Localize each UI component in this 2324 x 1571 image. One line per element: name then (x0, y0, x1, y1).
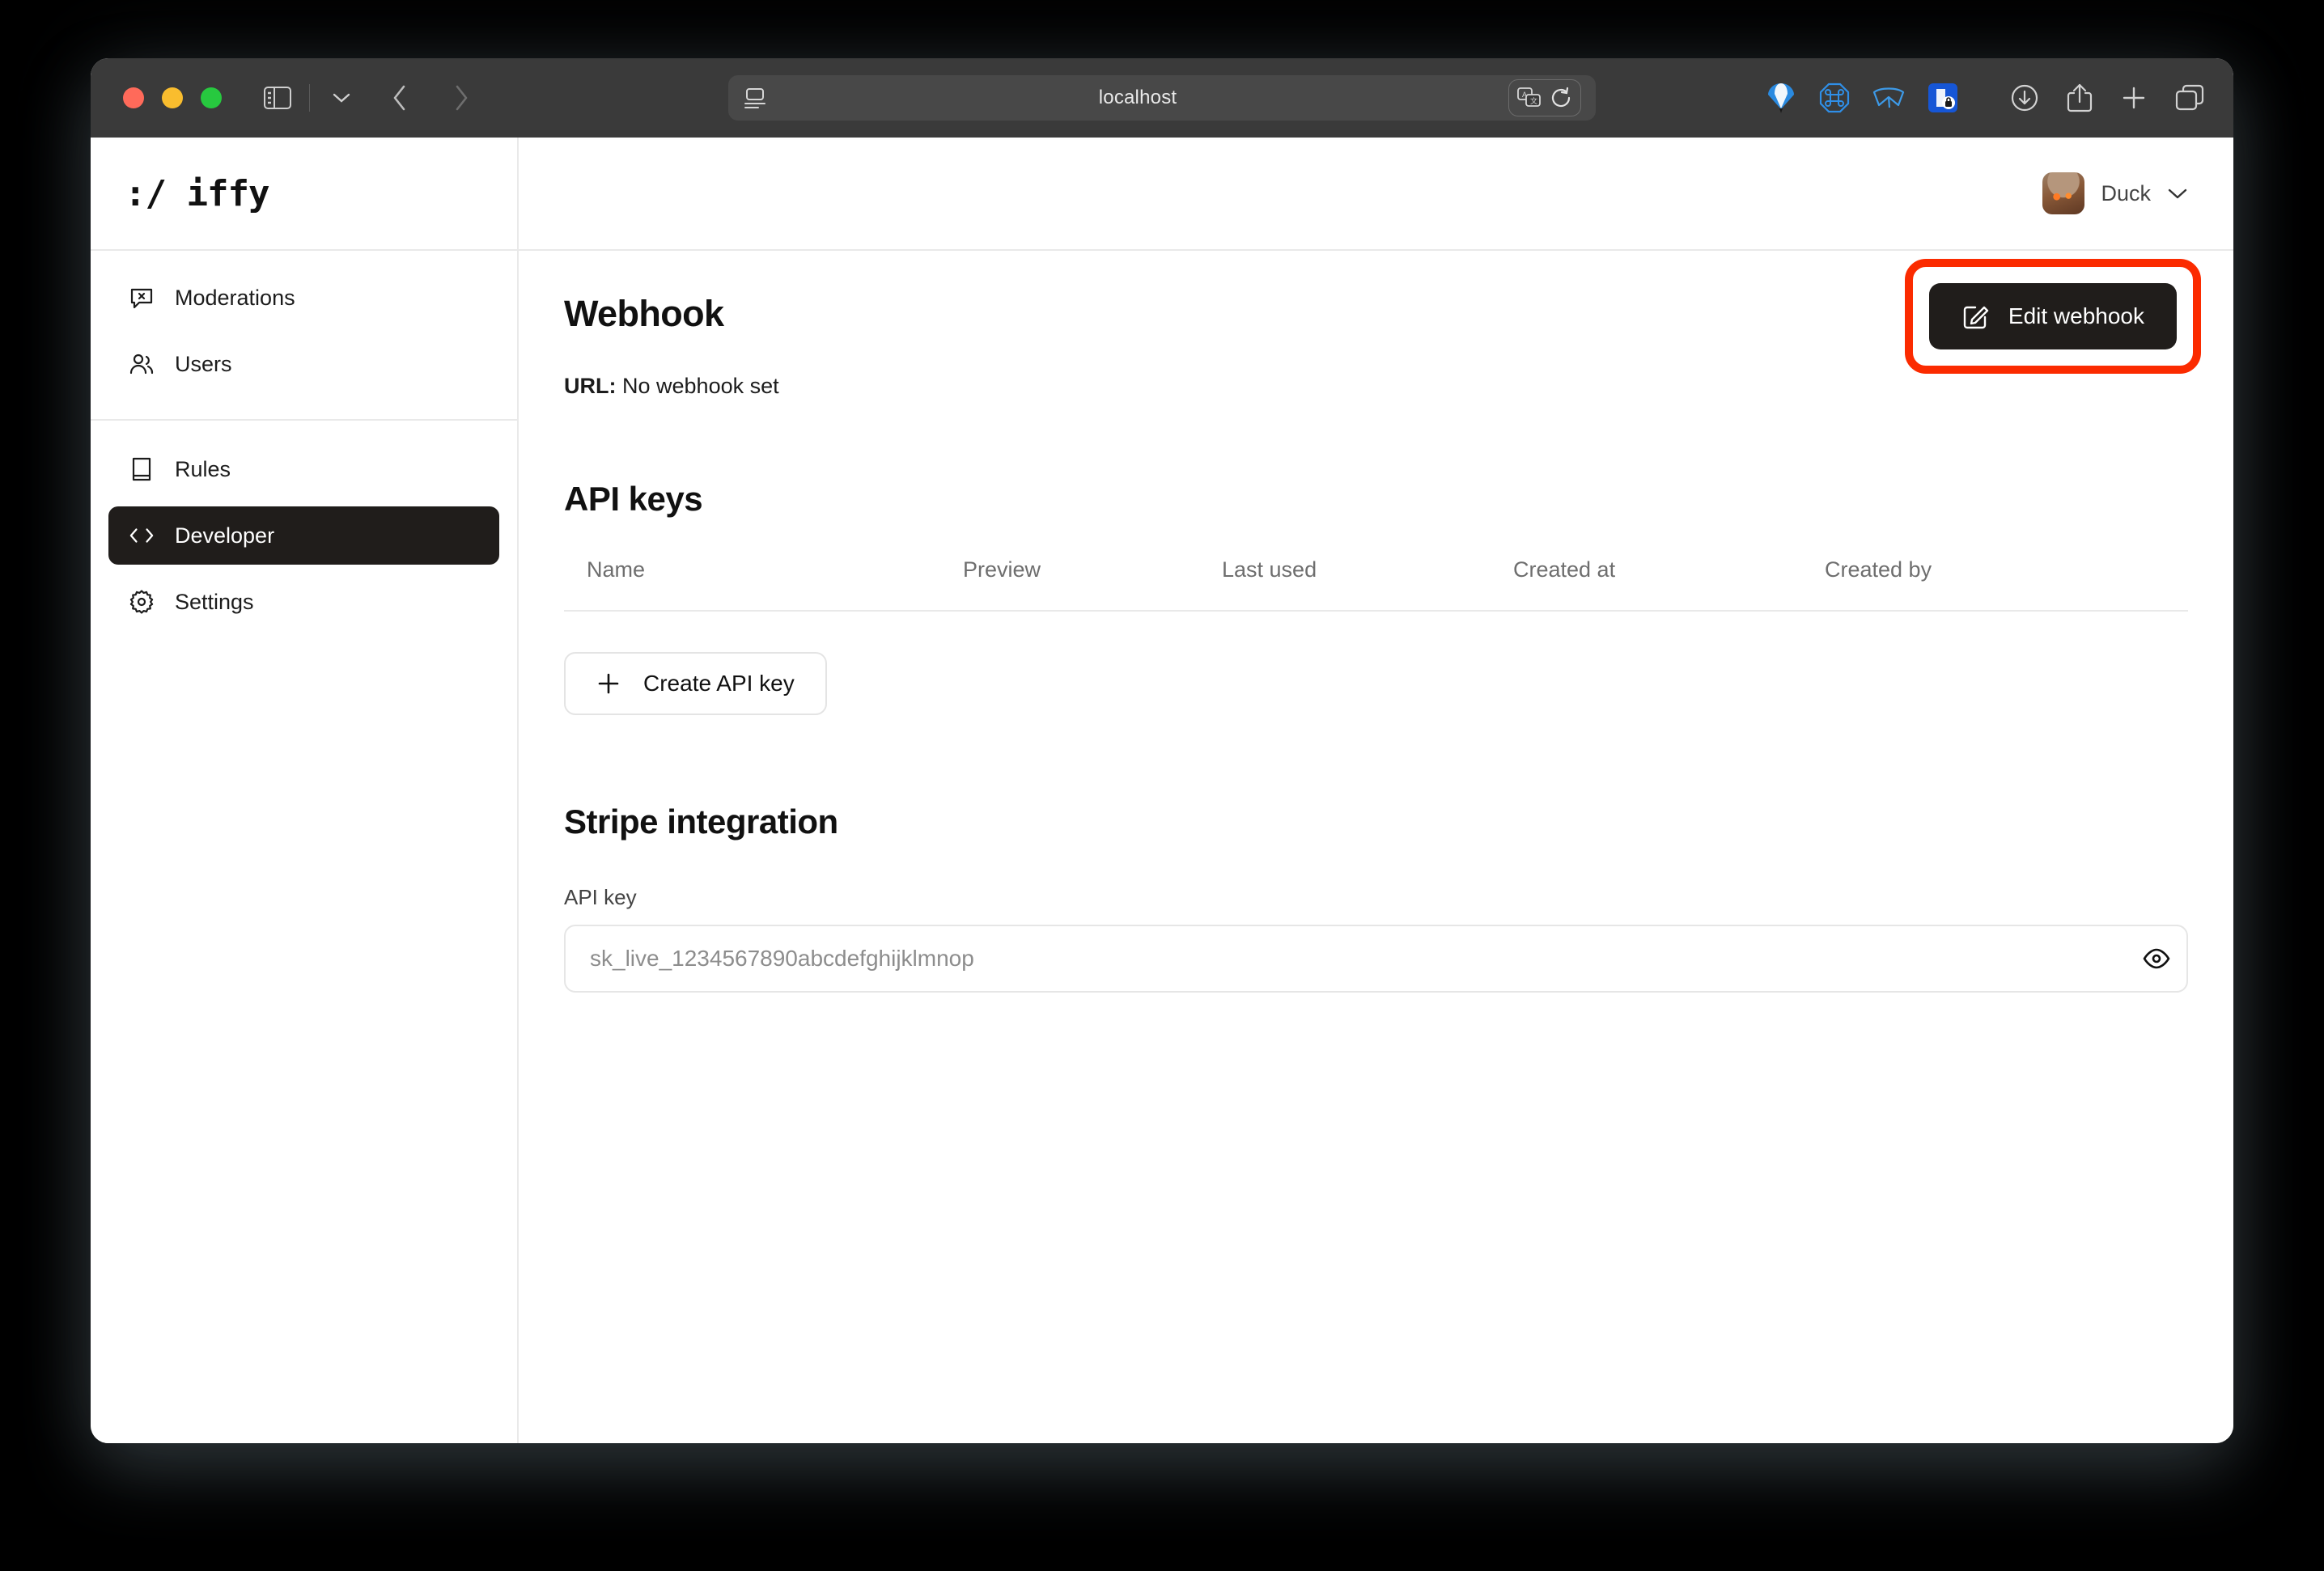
sidebar-item-developer[interactable]: Developer (108, 506, 499, 565)
sidebar-toggle-icon[interactable] (254, 74, 301, 121)
address-actions: A 文 (1508, 79, 1581, 116)
chevron-down-icon (2167, 187, 2188, 200)
api-key-input-wrapper (564, 925, 2188, 993)
sidebar-group-secondary: Rules Developer (91, 419, 517, 639)
close-window-button[interactable] (123, 87, 144, 108)
minimize-window-button[interactable] (162, 87, 183, 108)
sidebar-item-label: Rules (175, 457, 231, 482)
main-content: Duck Webhook URL: No webhook set (519, 138, 2233, 1443)
webhook-url-row: URL: No webhook set (564, 374, 2188, 399)
maximize-window-button[interactable] (201, 87, 222, 108)
webhook-url-value: No webhook set (622, 374, 779, 398)
sidebar-item-label: Developer (175, 523, 274, 548)
sidebar: :/ iffy Moderations (91, 138, 519, 1443)
api-key-field-label: API key (564, 885, 2188, 910)
downloads-icon[interactable] (2010, 83, 2039, 112)
edit-square-pencil-icon (1961, 303, 1989, 330)
api-keys-table: Name Preview Last used Created at Create… (564, 557, 2188, 612)
edit-webhook-annotation: Edit webhook (1905, 259, 2201, 374)
message-x-icon (129, 286, 154, 310)
user-name: Duck (2101, 181, 2151, 206)
browser-toolbar-right (2010, 83, 2204, 113)
sidebar-item-label: Settings (175, 590, 254, 615)
command-octagon-extension-icon[interactable] (1819, 83, 1850, 113)
gear-icon (129, 590, 154, 614)
sidebar-item-users[interactable]: Users (108, 335, 499, 393)
plus-icon[interactable] (2120, 84, 2148, 112)
app-root: :/ iffy Moderations (91, 138, 2233, 1443)
table-header-row: Name Preview Last used Created at Create… (564, 557, 2188, 612)
sidebar-item-settings[interactable]: Settings (108, 573, 499, 631)
stripe-integration-heading: Stripe integration (564, 802, 2188, 841)
api-keys-heading: API keys (564, 480, 2188, 519)
top-bar: Duck (519, 138, 2233, 251)
reveal-api-key-button[interactable] (2143, 948, 2170, 969)
code-brackets-icon (129, 523, 154, 548)
stripe-api-key-input[interactable] (564, 925, 2188, 993)
app-brand[interactable]: :/ iffy (91, 138, 517, 251)
column-header-name: Name (587, 557, 963, 582)
reload-icon[interactable] (1550, 87, 1572, 109)
developer-page: Webhook URL: No webhook set (519, 251, 2233, 1443)
svg-text:文: 文 (1530, 96, 1537, 105)
user-menu[interactable]: Duck (2042, 172, 2188, 214)
sidebar-item-label: Users (175, 352, 232, 377)
sidebar-group-primary: Moderations Users (91, 251, 517, 401)
tab-overview-icon[interactable] (2175, 84, 2204, 112)
chevron-down-icon[interactable] (318, 74, 365, 121)
column-header-created-by: Created by (1825, 557, 2165, 582)
browser-titlebar: localhost A 文 (91, 58, 2233, 138)
sidebar-item-moderations[interactable]: Moderations (108, 269, 499, 327)
create-api-key-label: Create API key (643, 671, 795, 697)
address-text[interactable]: localhost (767, 87, 1508, 109)
share-icon[interactable] (2067, 83, 2093, 113)
users-icon (129, 352, 154, 376)
forward-arrow-icon[interactable] (438, 74, 485, 121)
column-header-preview: Preview (963, 557, 1222, 582)
sidebar-item-rules[interactable]: Rules (108, 440, 499, 498)
browser-extensions (1766, 82, 1958, 114)
plus-icon (596, 671, 621, 696)
column-header-created-at: Created at (1513, 557, 1825, 582)
fan-extension-icon[interactable] (1872, 86, 1905, 110)
svg-text:A: A (1522, 91, 1527, 99)
sidebar-item-label: Moderations (175, 286, 295, 311)
webhook-url-label: URL: (564, 374, 616, 398)
window-controls (123, 87, 222, 108)
eye-icon (2143, 948, 2170, 969)
reader-view-icon[interactable] (743, 87, 767, 109)
shield-lock-extension-icon[interactable] (1927, 83, 1958, 113)
brand-text: :/ iffy (125, 173, 269, 214)
edit-webhook-label: Edit webhook (2008, 303, 2144, 329)
edit-webhook-button[interactable]: Edit webhook (1929, 283, 2177, 349)
address-bar[interactable]: localhost A 文 (728, 75, 1596, 121)
back-arrow-icon[interactable] (376, 74, 423, 121)
browser-window: localhost A 文 (91, 58, 2233, 1443)
avatar (2042, 172, 2084, 214)
toolbar-divider (309, 84, 310, 112)
book-icon (129, 457, 154, 481)
balloon-extension-icon[interactable] (1766, 82, 1796, 114)
create-api-key-button[interactable]: Create API key (564, 652, 827, 715)
column-header-last-used: Last used (1222, 557, 1513, 582)
translate-icon[interactable]: A 文 (1517, 87, 1542, 108)
